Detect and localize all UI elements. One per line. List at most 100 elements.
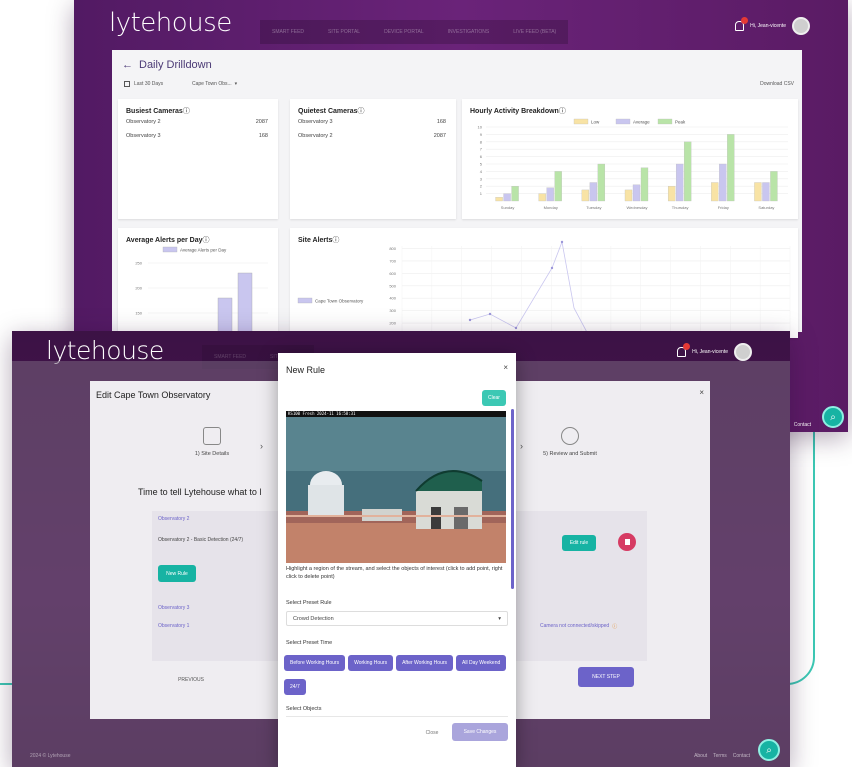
bar-peak — [770, 171, 778, 202]
nav-tab-investigations[interactable]: INVESTIGATIONS — [436, 20, 502, 44]
next-step-button[interactable]: NEXT STEP — [578, 667, 634, 687]
bar-low — [624, 189, 633, 202]
chevron-down-icon: ▾ — [498, 615, 501, 622]
camera-name: Observatory 3 — [298, 119, 333, 125]
camera-group-name: Observatory 1 — [158, 623, 190, 629]
bell-icon[interactable] — [735, 17, 749, 31]
notification-dot — [741, 17, 749, 24]
y-tick-label: 500 — [389, 283, 396, 288]
camera-name: Observatory 3 — [126, 133, 161, 139]
site-icon — [203, 427, 221, 445]
step-site-details[interactable]: 1) Site Details — [182, 427, 242, 457]
camera-count: 2087 — [433, 133, 446, 139]
footer-link-contact[interactable]: Contact — [733, 753, 750, 759]
nav-tab-smart-feed[interactable]: SMART FEED — [260, 20, 316, 44]
site-filter[interactable]: Cape Town Obs... ▾ — [192, 81, 237, 87]
edit-site-window: lytehouse SMART FEED SITE PORTAL Hi, Jea… — [12, 331, 790, 767]
search-fab[interactable]: ⌕ — [758, 739, 780, 761]
table-row: Observatory 3 168 — [126, 133, 268, 139]
y-tick-label: 2 — [480, 184, 483, 189]
y-tick-label: 150 — [135, 311, 142, 316]
legend-label: Low — [591, 120, 600, 125]
objects-divider — [286, 716, 508, 717]
legend-label: Average — [633, 120, 650, 125]
new-rule-button[interactable]: New Rule — [158, 565, 196, 582]
clear-button[interactable]: Clear — [482, 390, 506, 406]
bar-average — [675, 163, 684, 202]
main-nav: SMART FEED SITE PORTAL DEVICE PORTAL INV… — [260, 20, 569, 44]
user-menu[interactable]: Hi, Jean-vicente — [677, 343, 752, 361]
busiest-cameras-title: Busiest Camerasⓘ — [126, 108, 190, 115]
save-changes-button[interactable]: Save Changes — [452, 723, 508, 741]
preset-rule-value: Crowd Detection — [293, 615, 334, 622]
rule-line: Observatory 2 - Basic Detection (24/7) — [158, 537, 244, 543]
delete-rule-button[interactable] — [618, 533, 636, 551]
close-icon[interactable]: × — [699, 388, 704, 397]
footer-link-terms[interactable]: Terms — [713, 753, 727, 759]
time-chip-working-hours[interactable]: Working Hours — [348, 655, 394, 671]
stream-timestamp: KS100 Fresh 2024-11 16:58:31 — [288, 411, 356, 416]
close-button[interactable]: Close — [420, 725, 444, 741]
info-icon[interactable]: ⓘ — [358, 108, 365, 115]
back-arrow-icon[interactable]: ← — [122, 59, 133, 71]
bar-low — [667, 186, 676, 202]
time-chip-before-hours[interactable]: Before Working Hours — [284, 655, 346, 671]
bar-low — [538, 193, 546, 202]
y-tick-label: 7 — [480, 147, 483, 152]
y-tick-label: 800 — [389, 246, 396, 251]
legend-label: Cape Town Observatory — [315, 299, 364, 304]
legend-label: Average Alerts per Day — [180, 248, 227, 253]
search-fab[interactable]: ⌕ — [822, 406, 844, 428]
legend-swatch — [615, 118, 631, 125]
bar-average — [762, 182, 770, 202]
nav-tab-device-portal[interactable]: DEVICE PORTAL — [372, 20, 436, 44]
avatar[interactable] — [734, 343, 752, 361]
footer-link-about[interactable]: About — [694, 753, 707, 759]
download-csv-link[interactable]: Download CSV — [760, 81, 794, 87]
table-row: Observatory 2 2087 — [298, 133, 446, 139]
x-tick-label: Saturday — [758, 205, 774, 210]
range-filter[interactable]: Last 30 Days — [124, 81, 163, 87]
bar-average — [719, 163, 727, 202]
site-alerts-chart: 100200300400500600700800Cape Town Observ… — [297, 240, 791, 338]
y-tick-label: 300 — [389, 308, 396, 313]
search-icon: ⌕ — [766, 744, 772, 756]
close-icon[interactable]: × — [503, 363, 508, 372]
nav-tab-site-portal[interactable]: SITE PORTAL — [316, 20, 372, 44]
bar-peak — [727, 134, 735, 202]
time-chip-after-hours[interactable]: After Working Hours — [396, 655, 454, 671]
edit-rule-button[interactable]: Edit rule — [562, 535, 596, 551]
camera-status-text: Camera not connected/skipped ⓘ — [540, 623, 617, 630]
bar-average-alerts — [237, 272, 253, 338]
hourly-activity-chart: 1 2 3 4 5 6 7 8 9 10 Sunday Monday Tuesday Wednesday T… — [478, 118, 788, 210]
legend-swatch — [297, 297, 313, 304]
y-tick-label: 200 — [135, 286, 142, 291]
user-greeting: Hi, Jean-vicente — [750, 23, 786, 29]
time-chip-all-day-weekend[interactable]: All Day Weekend — [456, 655, 507, 671]
site-filter-label: Cape Town Obs... — [192, 81, 232, 87]
user-menu[interactable]: Hi, Jean-vicente — [735, 17, 810, 35]
camera-name: Observatory 2 — [126, 119, 161, 125]
previous-button[interactable]: PREVIOUS — [168, 671, 214, 689]
x-tick-label: Friday — [718, 205, 729, 210]
objects-label: Select Objects — [286, 706, 322, 712]
preset-rule-select[interactable]: Crowd Detection ▾ — [286, 611, 508, 626]
bar-low — [495, 197, 503, 202]
camera-stream[interactable]: KS100 Fresh 2024-11 16:58:31 — [286, 411, 506, 563]
x-tick-label: Sunday — [501, 205, 515, 210]
bar-low — [581, 189, 590, 202]
y-tick-label: 200 — [389, 321, 396, 326]
footer-contact-link[interactable]: Contact — [794, 422, 811, 428]
preset-time-chips: Before Working Hours Working Hours After W… — [284, 651, 510, 699]
step-review-submit[interactable]: 5) Review and Submit — [530, 427, 610, 457]
scrollbar[interactable] — [511, 409, 514, 589]
bell-icon[interactable] — [677, 343, 691, 357]
y-tick-label: 6 — [480, 154, 483, 159]
time-chip-24-7[interactable]: 24/7 — [284, 679, 306, 695]
bar-average — [589, 182, 598, 202]
bar-peak — [597, 163, 606, 202]
avatar[interactable] — [792, 17, 810, 35]
info-icon[interactable]: ⓘ — [183, 108, 190, 115]
average-alerts-chart: 100150200250Average Alerts per Day — [135, 246, 268, 338]
nav-tab-live-feed[interactable]: LIVE FEED (BETA) — [501, 20, 568, 44]
